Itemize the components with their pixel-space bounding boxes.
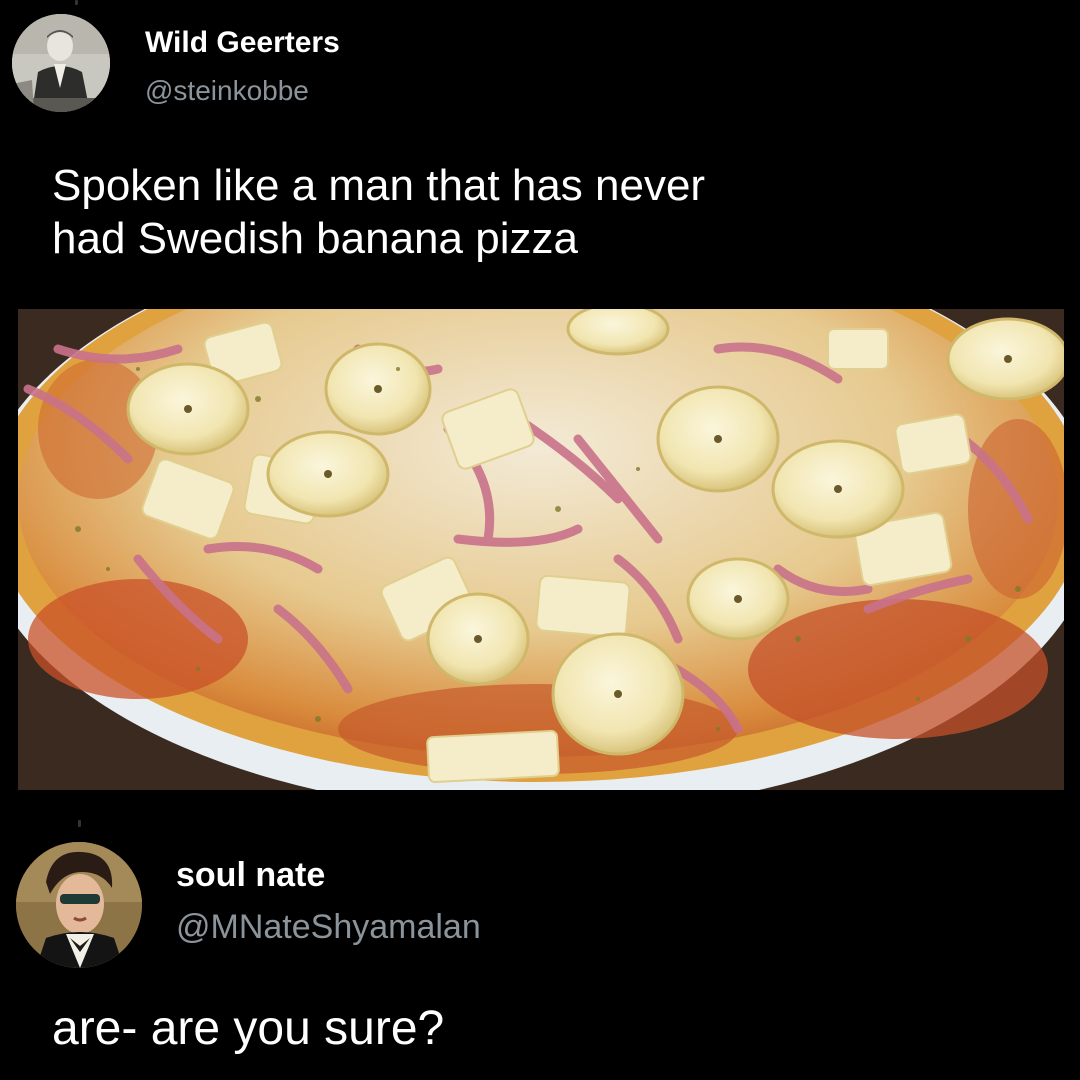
- banana-pizza-image: [18, 309, 1064, 790]
- tweet-1[interactable]: Wild Geerters @steinkobbe Spoken like a …: [0, 0, 1080, 800]
- tweet-text: are- are you sure?: [52, 1002, 445, 1055]
- author-handle[interactable]: @MNateShyamalan: [176, 908, 481, 947]
- tweet-text: Spoken like a man that has never had Swe…: [52, 161, 706, 263]
- author-avatar[interactable]: [16, 842, 142, 968]
- painted-portrait-image: [16, 842, 142, 968]
- author-handle[interactable]: @steinkobbe: [145, 75, 309, 107]
- author-name[interactable]: soul nate: [176, 856, 325, 895]
- tweet-2[interactable]: soul nate @MNateShyamalan are- are you s…: [0, 820, 1080, 1080]
- author-name[interactable]: Wild Geerters: [145, 26, 340, 60]
- tweet-media-image[interactable]: [18, 309, 1064, 790]
- vintage-portrait-image: [12, 14, 110, 112]
- author-avatar[interactable]: [12, 14, 110, 112]
